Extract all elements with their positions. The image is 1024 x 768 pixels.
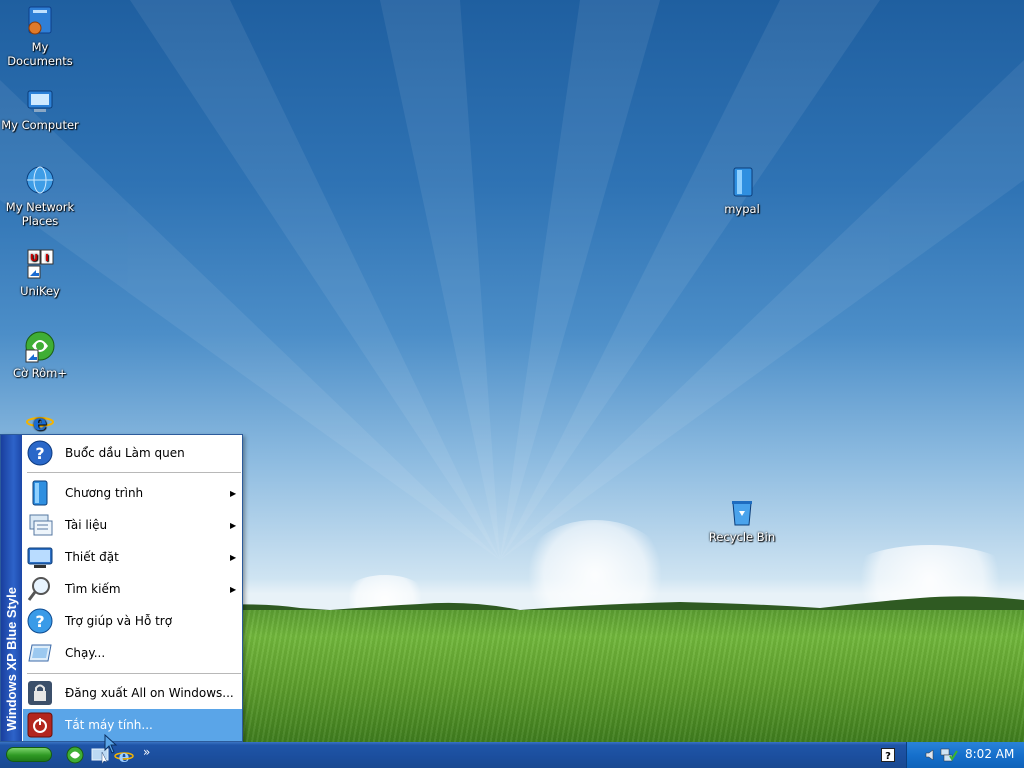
recycle-bin-icon: [732, 501, 752, 526]
desktop-icon-co-rom[interactable]: Cờ Rôm+: [0, 330, 80, 380]
menu-item-log-off[interactable]: Đăng xuất All on Windows...: [23, 677, 242, 709]
unikey-icon: U I: [27, 249, 54, 279]
svg-text:e: e: [33, 410, 47, 434]
menu-item-help-support[interactable]: ? Trợ giúp và Hỗ trợ: [23, 605, 242, 637]
desktop-icon-network-places[interactable]: My Network Places: [0, 164, 80, 228]
menu-item-label: Tắt máy tính...: [65, 718, 153, 732]
svg-text:U: U: [30, 253, 38, 264]
power-icon: [23, 709, 57, 741]
menu-item-getting-started[interactable]: ? Buổ́c dầ̀u Làm quen: [23, 437, 242, 469]
desktop-icon-label: My Computer: [1, 118, 79, 132]
help-support-icon: ?: [23, 605, 57, 637]
menu-item-label: Tài liệu: [65, 518, 108, 532]
start-menu-band-text: Windows XP Blue Style: [4, 586, 19, 731]
volume-icon[interactable]: [924, 748, 938, 762]
svg-text:I: I: [45, 253, 49, 264]
submenu-arrow-icon: ▶: [230, 584, 237, 594]
run-icon: [23, 637, 57, 669]
menu-item-label: Chương trình: [65, 486, 144, 500]
taskbar: e » ? 8:02 AM: [0, 742, 1024, 768]
desktop-icon-label: mypal: [724, 202, 760, 216]
desktop-icon-label: Places: [21, 214, 59, 228]
taskbar-clock[interactable]: 8:02 AM: [965, 747, 1021, 761]
svg-text:e: e: [119, 747, 130, 765]
menu-separator: [27, 673, 241, 674]
desktop-icon-mypal[interactable]: mypal: [702, 166, 782, 216]
internet-explorer-icon: e: [26, 410, 54, 434]
menu-item-label: Trợ giúp và Hỗ trợ: [65, 614, 173, 628]
menu-item-settings[interactable]: Thiết đặt ▶: [23, 541, 242, 573]
programs-icon: [23, 477, 57, 509]
menu-item-programs[interactable]: Chương trình ▶: [23, 477, 242, 509]
menu-item-label: Chạy...: [65, 646, 106, 660]
settings-icon: [23, 541, 57, 573]
lock-icon: [23, 677, 57, 709]
menu-item-run[interactable]: Chạy...: [23, 637, 242, 669]
svg-text:?: ?: [35, 444, 44, 463]
desktop-icon-label: My Network: [5, 200, 75, 214]
desktop-icon-label: Documents: [7, 54, 73, 68]
desktop-icon-recycle-bin[interactable]: Recycle Bin: [702, 498, 782, 544]
desktop-icon-label: UniKey: [20, 284, 60, 298]
mypal-icon: [733, 167, 753, 197]
menu-item-documents[interactable]: Tài liệu ▶: [23, 509, 242, 541]
menu-item-label: Đăng xuất All on Windows...: [65, 686, 234, 700]
svg-text:?: ?: [35, 612, 44, 631]
my-documents-icon: [28, 6, 52, 35]
submenu-arrow-icon: ▶: [230, 520, 237, 530]
desktop-icon-label: Recycle Bin: [708, 530, 776, 544]
desktop-icon-my-documents[interactable]: My Documents: [0, 4, 80, 68]
svg-text:?: ?: [885, 751, 891, 762]
documents-icon: [23, 509, 57, 541]
menu-item-label: Thiết đặt: [65, 550, 119, 564]
menu-item-shut-down[interactable]: Tắt máy tính...: [23, 709, 242, 741]
co-rom-icon: [25, 331, 55, 363]
mouse-cursor-icon: [104, 734, 118, 754]
submenu-arrow-icon: ▶: [230, 488, 237, 498]
menu-separator: [27, 472, 241, 473]
menu-item-label: Tìm kiếm: [65, 582, 121, 596]
co-rom-icon[interactable]: [66, 746, 84, 764]
desktop-icon-internet-explorer[interactable]: e: [0, 408, 80, 436]
desktop-icon-my-computer[interactable]: My Computer: [0, 88, 80, 132]
start-menu-band: Windows XP Blue Style: [1, 435, 22, 741]
quicklaunch-chevron[interactable]: »: [143, 745, 150, 759]
start-menu: Windows XP Blue Style ? Buổ́c dầ̀u Làm q…: [0, 434, 243, 742]
search-icon: [23, 573, 57, 605]
help-tray-icon[interactable]: ?: [881, 748, 895, 762]
network-places-icon: [26, 166, 54, 194]
my-computer-icon: [27, 90, 53, 112]
help-icon: ?: [23, 437, 57, 469]
menu-item-search[interactable]: Tìm kiếm ▶: [23, 573, 242, 605]
desktop-icon-unikey[interactable]: U I UniKey: [0, 248, 80, 298]
menu-item-label: Buổ́c dầ̀u Làm quen: [65, 446, 185, 460]
network-status-icon[interactable]: [940, 747, 958, 763]
desktop-icon-label: My: [31, 40, 49, 54]
submenu-arrow-icon: ▶: [230, 552, 237, 562]
start-button[interactable]: [6, 747, 52, 762]
desktop-icon-label: Cờ Rôm+: [12, 366, 68, 380]
